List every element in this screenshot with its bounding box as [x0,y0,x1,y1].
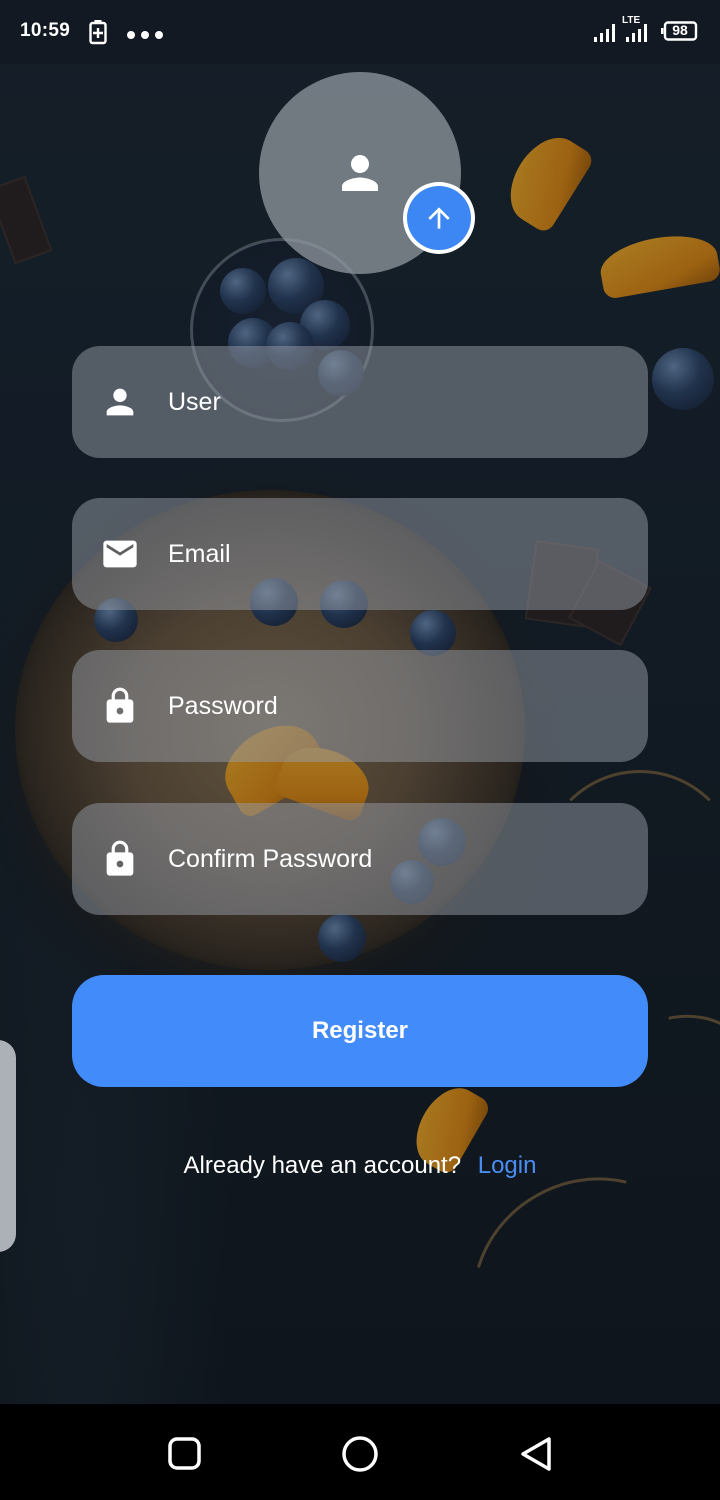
register-screen: 10:59 LTE 98 User Email Register Already… [0,0,720,1500]
confirm-password-field[interactable] [72,803,648,915]
more-dots-icon [126,27,164,45]
lock-icon [100,839,140,879]
battery-saver-icon [89,19,107,50]
register-button[interactable]: Register [72,975,648,1087]
edge-panel-handle[interactable] [0,1040,16,1252]
login-link[interactable]: Login [478,1152,537,1179]
home-icon[interactable] [340,1434,380,1474]
battery-level: 98 [672,22,688,38]
recent-apps-icon[interactable] [165,1434,205,1474]
upload-photo-button[interactable] [403,182,475,254]
mail-icon [100,534,140,574]
status-bar: 10:59 LTE 98 [0,0,720,64]
email-input[interactable] [168,498,628,610]
status-time: 10:59 [20,20,71,41]
login-prompt: Already have an account? Login [0,1152,720,1180]
back-icon[interactable] [517,1434,557,1474]
person-icon [333,146,387,205]
confirm-password-input[interactable] [168,803,628,915]
navigation-bar [0,1404,720,1500]
login-prompt-text: Already have an account? [183,1152,462,1179]
user-field[interactable] [72,346,648,458]
password-input[interactable] [168,650,628,762]
lock-icon [100,686,140,726]
user-input[interactable] [168,346,628,458]
lte-label: LTE [622,15,641,26]
password-field[interactable] [72,650,648,762]
email-field[interactable] [72,498,648,610]
person-icon [100,382,140,422]
